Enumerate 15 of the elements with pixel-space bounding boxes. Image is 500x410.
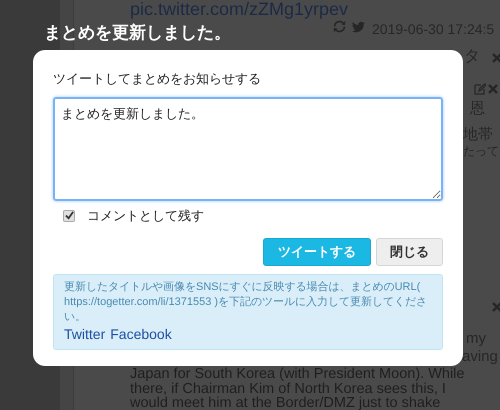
retweet-icon[interactable] <box>333 20 346 33</box>
close-icon[interactable] <box>492 302 500 312</box>
share-link[interactable]: Facebook <box>110 324 172 342</box>
checkbox[interactable] <box>63 210 75 222</box>
bird-icon[interactable] <box>352 20 365 32</box>
edit-icon[interactable] <box>474 83 486 95</box>
dialog-title: まとめを更新しました。 <box>44 22 231 44</box>
close-button[interactable]: 閉じる <box>376 238 443 266</box>
dialog-label: ツイートしてまとめをお知らせする <box>53 70 261 88</box>
checkbox-label: コメントとして残す <box>87 207 204 225</box>
notice-text: 更新したタイトルや画像をSNSにすぐに反映する場合は、まとめのURL( https://togetter.com/li/1371553 )を下記のツールに入力して更新してください。 <box>64 280 428 324</box>
share-link[interactable]: Twitter <box>64 324 106 342</box>
close-icon[interactable] <box>488 84 498 94</box>
close-icon[interactable] <box>492 53 500 63</box>
message-field[interactable]: まとめを更新しました。 <box>53 97 443 201</box>
